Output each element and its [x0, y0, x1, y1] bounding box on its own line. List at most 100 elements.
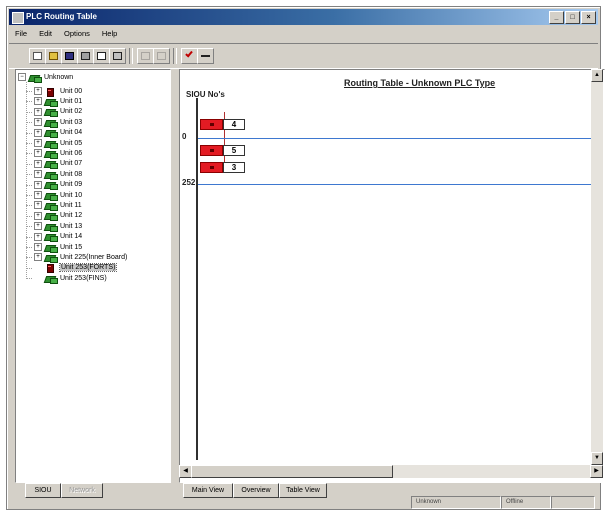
tree-item-unit[interactable]: + Unit 05	[26, 138, 83, 149]
tree-item-label: Unit 08	[60, 170, 83, 178]
expand-icon[interactable]: +	[34, 149, 42, 158]
network-unit-icon	[45, 192, 58, 201]
scroll-right-icon[interactable]: ▶	[590, 465, 603, 478]
menu-bar: File Edit Options Help	[9, 27, 598, 41]
network-icon	[29, 74, 42, 83]
serial-port-icon	[200, 162, 223, 173]
menu-file[interactable]: File	[9, 27, 33, 41]
tree-item-unit[interactable]: + Unit 00	[26, 86, 82, 97]
menu-help[interactable]: Help	[96, 27, 123, 41]
route-entry[interactable]: 3	[200, 162, 245, 173]
tree-item-unit[interactable]: + Unit 02	[26, 107, 82, 118]
scroll-down-icon[interactable]: ▼	[591, 452, 603, 465]
collapse-icon[interactable]: −	[18, 73, 26, 81]
expand-icon[interactable]: +	[34, 232, 42, 241]
tree-connector	[26, 257, 32, 259]
tree-item-unit[interactable]: + Unit 15	[26, 242, 82, 253]
network-unit-icon	[45, 181, 58, 191]
tree-item-unit[interactable]: + Unit 08	[26, 169, 83, 180]
cut-icon	[141, 52, 150, 60]
save-button[interactable]	[61, 48, 78, 64]
expand-icon[interactable]: +	[34, 87, 42, 95]
tree-item-unit[interactable]: + Unit 10	[26, 190, 83, 201]
tree-item-label: Unit 05	[60, 139, 83, 147]
check-button[interactable]	[181, 48, 198, 64]
tree-item-unit[interactable]: + Unit 01	[26, 96, 82, 107]
routing-view: Routing Table - Unknown PLC Type SIOU No…	[179, 69, 605, 483]
maximize-button[interactable]: □	[565, 11, 580, 24]
tree-item-unit[interactable]: Unit 253(FINS)	[26, 273, 107, 284]
tree-item-unit[interactable]: + Unit 11	[26, 200, 82, 211]
tree-item-unit[interactable]: Unit 253(FORTS)	[26, 263, 118, 274]
tree-item-unit[interactable]: + Unit 12	[26, 211, 82, 222]
expand-icon[interactable]: +	[34, 201, 42, 210]
status-extra	[551, 496, 595, 509]
network-line	[198, 184, 598, 185]
expand-icon[interactable]: +	[34, 222, 42, 231]
expand-icon[interactable]: +	[34, 139, 42, 147]
plc-unit-icon	[45, 264, 57, 274]
title-bar: PLC Routing Table _ □ ×	[9, 9, 598, 25]
scroll-thumb[interactable]	[191, 465, 393, 478]
vertical-scrollbar[interactable]: ▲ ▼	[591, 69, 603, 465]
tree-item-unit[interactable]: + Unit 09	[26, 180, 82, 191]
close-button[interactable]: ×	[581, 11, 596, 24]
print-preview-icon	[97, 52, 106, 60]
window-title: PLC Routing Table	[26, 12, 97, 21]
expand-icon[interactable]: +	[34, 253, 42, 262]
network-unit-icon	[45, 275, 58, 284]
expand-icon[interactable]: +	[34, 191, 42, 199]
route-entry[interactable]: 5	[200, 145, 245, 156]
menu-options[interactable]: Options	[58, 27, 96, 41]
tree-root[interactable]: − Unknown	[18, 73, 73, 83]
export-button[interactable]	[109, 48, 126, 64]
route-axis	[196, 98, 198, 460]
expand-icon[interactable]: +	[34, 97, 42, 106]
app-window: PLC Routing Table _ □ × File Edit Option…	[6, 6, 605, 510]
expand-icon[interactable]: +	[34, 170, 42, 179]
print-preview-button[interactable]	[93, 48, 110, 64]
tree-item-label: Unit 10	[60, 191, 83, 199]
tree-item-label: Unit 11	[60, 201, 82, 209]
network-unit-icon	[45, 254, 58, 263]
tree-item-unit[interactable]: + Unit 03	[26, 117, 82, 128]
network-unit-icon	[45, 140, 58, 149]
serial-port-icon	[200, 119, 223, 130]
status-plc-type: Unknown	[411, 496, 501, 509]
tree-item-unit[interactable]: + Unit 225(Inner Board)	[26, 252, 127, 263]
print-button[interactable]	[77, 48, 94, 64]
network-unit-icon	[45, 212, 58, 222]
tree-item-unit[interactable]: + Unit 07	[26, 159, 82, 170]
network-unit-icon	[45, 150, 58, 159]
tree-item-label: Unit 06	[60, 149, 83, 157]
tree-connector	[26, 174, 32, 176]
tree-item-unit[interactable]: + Unit 04	[26, 128, 82, 139]
expand-icon[interactable]: +	[34, 118, 42, 127]
scroll-up-icon[interactable]: ▲	[591, 69, 603, 82]
network-line	[198, 138, 598, 139]
horizontal-scrollbar[interactable]: ◀ ▶	[179, 465, 603, 478]
expand-icon[interactable]: +	[34, 211, 42, 220]
open-button[interactable]	[45, 48, 62, 64]
expand-icon[interactable]: +	[34, 243, 42, 251]
status-bar: Unknown Offline	[9, 495, 598, 509]
print-icon	[81, 52, 90, 60]
tree-item-unit[interactable]: + Unit 14	[26, 232, 82, 243]
menu-edit[interactable]: Edit	[33, 27, 58, 41]
cut-button[interactable]	[137, 48, 154, 64]
expand-icon[interactable]: +	[34, 159, 42, 168]
minimize-button[interactable]: _	[549, 11, 564, 24]
tree-connector	[26, 215, 32, 217]
expand-icon[interactable]: +	[34, 107, 42, 116]
tree-item-unit[interactable]: + Unit 06	[26, 148, 83, 159]
expand-icon[interactable]: +	[34, 128, 42, 137]
new-button[interactable]	[29, 48, 46, 64]
expand-icon[interactable]: +	[34, 180, 42, 189]
plc-unit-icon	[45, 87, 57, 97]
copy-button[interactable]	[153, 48, 170, 64]
toolbar	[9, 43, 598, 69]
minus-button[interactable]	[197, 48, 214, 64]
tree-item-unit[interactable]: + Unit 13	[26, 221, 82, 232]
row-label: 252	[182, 178, 196, 187]
route-entry[interactable]: 4	[200, 119, 245, 130]
